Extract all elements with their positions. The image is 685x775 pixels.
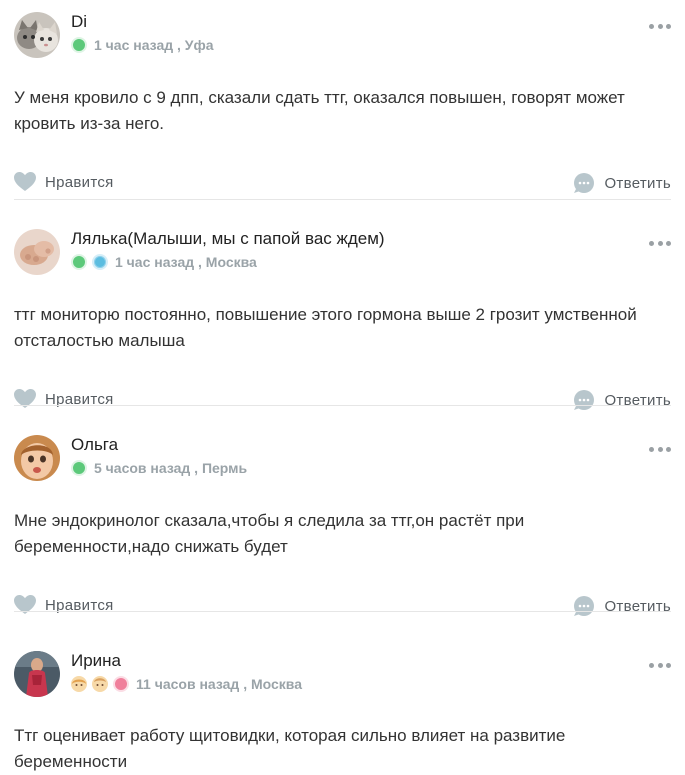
boy-badge-icon <box>92 676 108 692</box>
avatar[interactable] <box>14 435 60 481</box>
comment-header: Лялька(Малыши, мы с папой вас ждем) 1 ча… <box>14 217 671 285</box>
avatar[interactable] <box>14 651 60 697</box>
status-badge <box>71 460 87 476</box>
author-meta: 11 часов назад , Москва <box>71 674 302 694</box>
comment: Di 1 час назад , Уфа У меня кровило с 9 … <box>0 0 685 199</box>
avatar[interactable] <box>14 12 60 58</box>
author-name[interactable]: Лялька(Малыши, мы с папой вас ждем) <box>71 229 385 249</box>
status-badge <box>113 676 129 692</box>
comment: Ольга 5 часов назад , Пермь Мне эндокрин… <box>0 405 685 616</box>
comment-header: Ольга 5 часов назад , Пермь <box>14 423 671 491</box>
comment-header: Di 1 час назад , Уфа <box>14 0 671 68</box>
more-dots-icon[interactable] <box>649 663 671 669</box>
comment-time-location: 1 час назад , Уфа <box>94 37 214 53</box>
author-name[interactable]: Di <box>71 12 87 32</box>
reply-label: Ответить <box>604 174 671 192</box>
like-label: Нравится <box>45 173 114 191</box>
author-name[interactable]: Ирина <box>71 651 121 671</box>
chat-bubble-icon <box>574 173 595 193</box>
author-name[interactable]: Ольга <box>71 435 118 455</box>
girl-badge-icon <box>71 676 87 692</box>
status-badge <box>92 254 108 270</box>
comment-time-location: 5 часов назад , Пермь <box>94 460 248 476</box>
heart-icon <box>14 172 36 191</box>
comment-header: Ирина 11 часов назад , Москва <box>14 639 671 707</box>
status-badge <box>71 37 87 53</box>
status-badge <box>71 254 87 270</box>
reply-button[interactable]: Ответить <box>573 172 671 194</box>
like-button[interactable]: Нравится <box>14 172 114 192</box>
more-dots-icon[interactable] <box>649 24 671 30</box>
avatar[interactable] <box>14 229 60 275</box>
comment: Ирина 11 часов назад , Москва Ттг оценив… <box>0 611 685 771</box>
author-meta: 1 час назад , Москва <box>71 252 257 272</box>
author-meta: 1 час назад , Уфа <box>71 35 214 55</box>
more-dots-icon[interactable] <box>649 241 671 247</box>
comment-time-location: 11 часов назад , Москва <box>136 676 302 692</box>
comment-text: У меня кровило с 9 дпп, сказали сдать тт… <box>14 88 625 133</box>
comment: Лялька(Малыши, мы с папой вас ждем) 1 ча… <box>0 199 685 410</box>
comment-time-location: 1 час назад , Москва <box>115 254 257 270</box>
more-dots-icon[interactable] <box>649 447 671 453</box>
author-meta: 5 часов назад , Пермь <box>71 458 247 478</box>
